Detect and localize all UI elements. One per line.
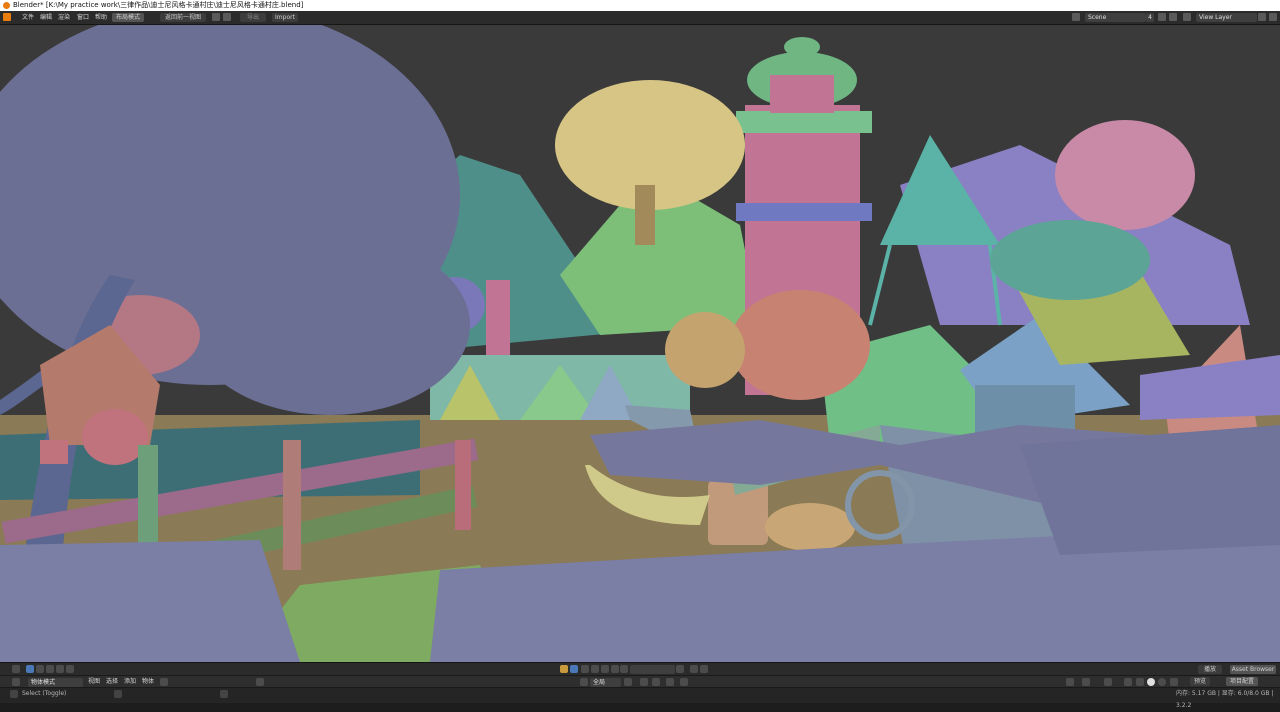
transform-orientation-icon[interactable] <box>580 678 588 686</box>
search-icon[interactable] <box>620 665 628 673</box>
overlay-icon[interactable] <box>1082 678 1090 686</box>
camera-icon[interactable] <box>591 665 599 673</box>
delete-scene-icon[interactable] <box>1169 13 1177 21</box>
barrel-lying <box>765 503 855 551</box>
workspace-tab-layout[interactable]: 布局模式 <box>112 13 144 22</box>
editor-type-icon[interactable] <box>212 13 220 21</box>
material-shading-icon[interactable] <box>1147 678 1155 686</box>
scene-name-field[interactable]: Scene <box>1085 13 1146 22</box>
snap-target-icon[interactable] <box>652 678 660 686</box>
asset-browser-tab[interactable]: Asset Browser <box>1230 665 1276 674</box>
transform-global-select[interactable]: 全局 <box>590 678 621 687</box>
options-icon[interactable] <box>700 665 708 673</box>
view-dropdown-icon[interactable] <box>690 665 698 673</box>
light-icon[interactable] <box>601 665 609 673</box>
shading-options-icon[interactable] <box>1170 678 1178 686</box>
proportional-edit-icon[interactable] <box>666 678 674 686</box>
tree-pink-right <box>1055 120 1195 230</box>
mouse-left-icon <box>10 690 18 698</box>
view-layer-icon[interactable] <box>1183 13 1191 21</box>
bush-teal-right <box>990 220 1150 300</box>
timeline-header: 播放 Asset Browser <box>0 662 1280 675</box>
select-box-icon[interactable] <box>26 665 34 673</box>
menu-help[interactable]: 帮助 <box>95 11 107 24</box>
status-memory: 内存: 5.17 GB | 显存: 6.0/8.0 GB | 3.2.2 <box>1176 690 1274 709</box>
viewport-gizmo-icon[interactable] <box>1066 678 1074 686</box>
rendered-shading-icon[interactable] <box>1158 678 1166 686</box>
shading-icon[interactable] <box>560 665 568 673</box>
eyedropper-icon[interactable] <box>256 678 264 686</box>
view-layer-field[interactable]: View Layer <box>1196 13 1257 22</box>
xray-icon[interactable] <box>1104 678 1112 686</box>
select-subtract-icon[interactable] <box>46 665 54 673</box>
mode-select[interactable]: 物体模式 <box>28 678 83 687</box>
tree-tan <box>665 312 745 388</box>
editor-type-3d-icon[interactable] <box>12 678 20 686</box>
import-button[interactable]: Import <box>272 13 298 22</box>
blender-logo-icon <box>3 2 10 9</box>
viewport-split-icon[interactable] <box>223 13 231 21</box>
snap-icon[interactable] <box>640 678 648 686</box>
menu-window[interactable]: 窗口 <box>77 11 89 24</box>
object-extra-icon[interactable] <box>160 678 168 686</box>
blender-menu-icon[interactable] <box>3 13 11 21</box>
new-scene-icon[interactable] <box>1158 13 1166 21</box>
project-config-tab[interactable]: 项目配置 <box>1226 677 1258 686</box>
render-engine-icon[interactable] <box>570 665 578 673</box>
status-select-hint: Select (Toggle) <box>22 690 67 697</box>
scene-user-count[interactable]: 4 <box>1146 13 1154 22</box>
tree-salmon <box>730 290 870 400</box>
solid-shading-icon[interactable] <box>1136 678 1144 686</box>
select-extend-icon[interactable] <box>36 665 44 673</box>
timeline-search-field[interactable] <box>630 665 675 674</box>
falloff-icon[interactable] <box>680 678 688 686</box>
select-intersect-icon[interactable] <box>66 665 74 673</box>
wireframe-shading-icon[interactable] <box>1124 678 1132 686</box>
delete-view-layer-icon[interactable] <box>1269 13 1277 21</box>
playback-button[interactable]: 播放 <box>1198 665 1222 674</box>
status-bar: Select (Toggle) 内存: 5.17 GB | 显存: 6.0/8.… <box>0 687 1280 709</box>
timeline-editor-icon[interactable] <box>12 665 20 673</box>
stones-left <box>0 540 300 662</box>
material-icon[interactable] <box>581 665 589 673</box>
pivot-point-icon[interactable] <box>624 678 632 686</box>
filter-dropdown-icon[interactable] <box>676 665 684 673</box>
scene-icon[interactable] <box>1072 13 1080 21</box>
menu-edit[interactable]: 编辑 <box>40 11 52 24</box>
menu-file[interactable]: 文件 <box>22 11 34 24</box>
filter-icon[interactable] <box>611 665 619 673</box>
top-menu-bar: 文件 编辑 渲染 窗口 帮助 布局模式 返回前一视图 导出 Import Sce… <box>0 11 1280 25</box>
3d-viewport[interactable] <box>0 25 1280 662</box>
mouse-right-icon <box>220 690 228 698</box>
window-title-bar: Blender* [K:\My practice work\三律作品\迪士尼风格… <box>0 0 1280 11</box>
preview-tab[interactable]: 预览 <box>1190 677 1210 686</box>
new-view-layer-icon[interactable] <box>1258 13 1266 21</box>
window-title: Blender* [K:\My practice work\三律作品\迪士尼风格… <box>13 1 304 9</box>
back-previous-view-button[interactable]: 返回前一视图 <box>160 13 206 22</box>
select-invert-icon[interactable] <box>56 665 64 673</box>
mouse-middle-icon <box>114 690 122 698</box>
export-button[interactable]: 导出 <box>240 13 266 22</box>
menu-render[interactable]: 渲染 <box>58 11 70 24</box>
viewport-scene <box>0 25 1280 662</box>
